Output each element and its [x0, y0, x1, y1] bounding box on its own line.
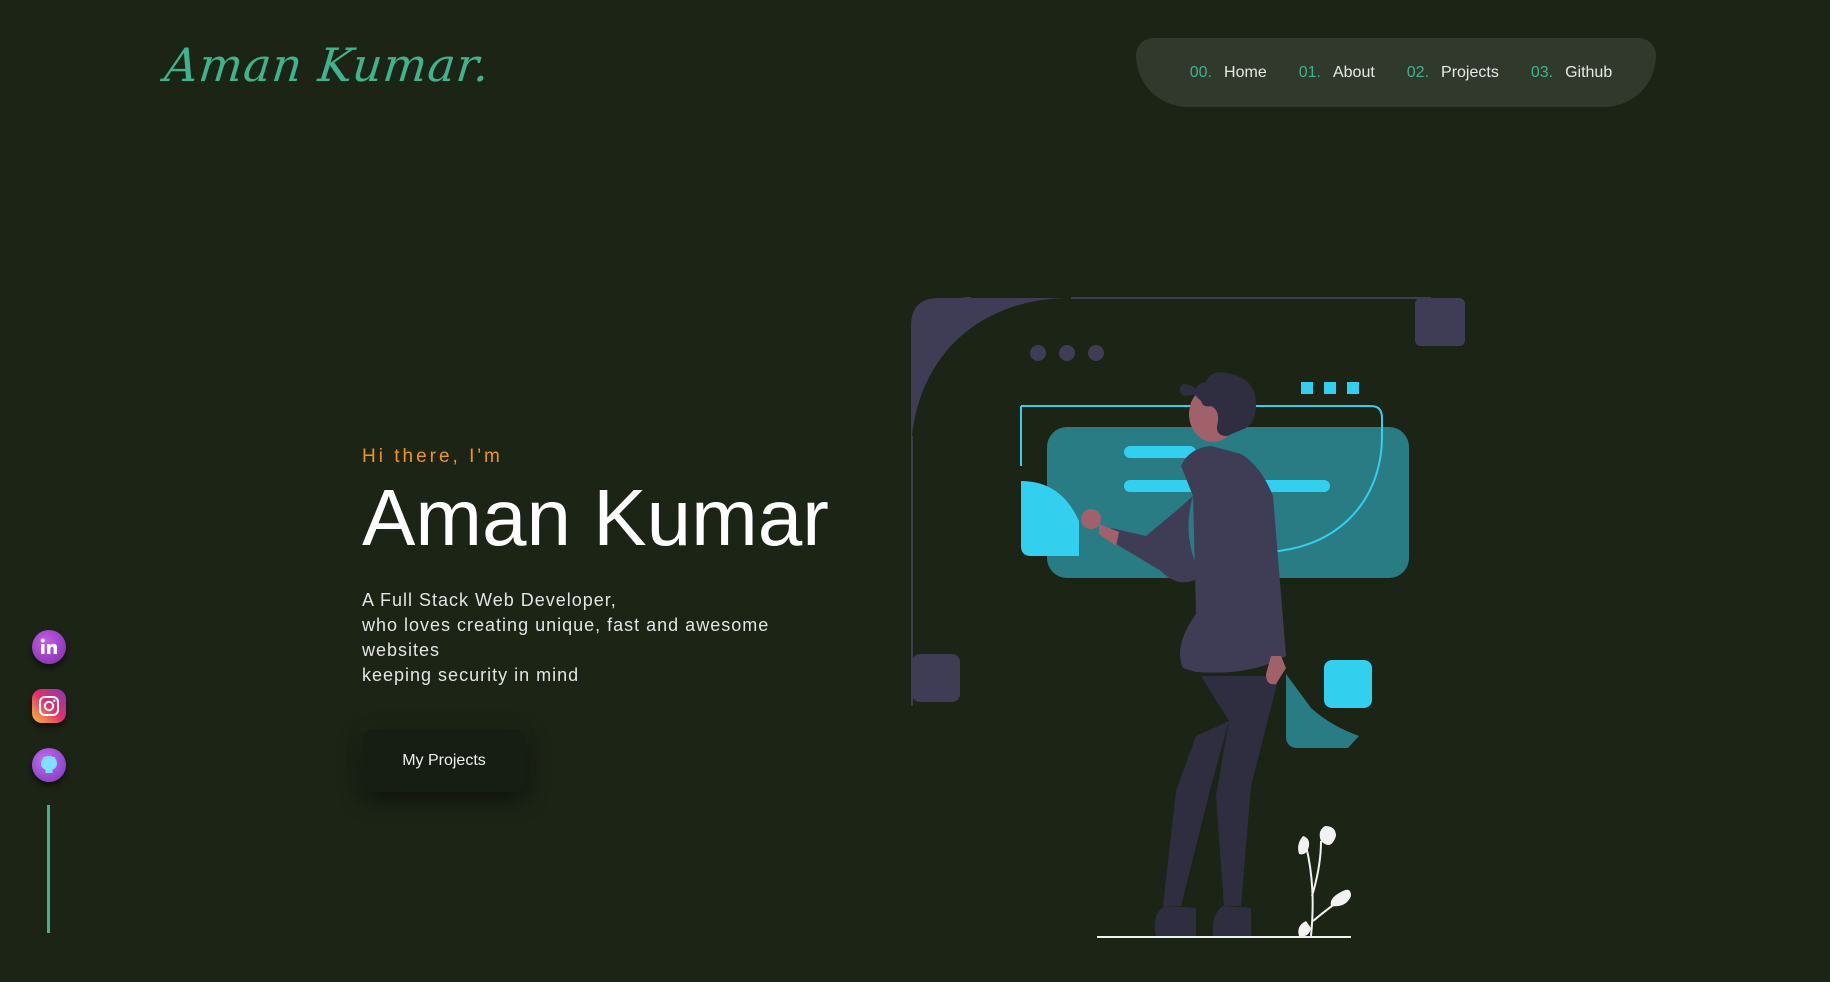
hero-name: Aman Kumar: [362, 473, 829, 562]
site-logo[interactable]: Aman Kumar.: [162, 38, 493, 92]
hero-tagline: A Full Stack Web Developer, who loves cr…: [362, 588, 792, 688]
developer-illustration: [911, 297, 1465, 938]
nav-item-label: Projects: [1441, 63, 1499, 81]
tagline-line: keeping security in mind: [362, 665, 580, 685]
my-projects-button[interactable]: My Projects: [362, 729, 526, 792]
instagram-icon[interactable]: [32, 689, 66, 723]
nav-item-github[interactable]: 03. Github: [1531, 64, 1612, 82]
github-icon[interactable]: [32, 748, 66, 782]
nav-item-about[interactable]: 01. About: [1299, 64, 1375, 82]
tagline-line: A Full Stack Web Developer,: [362, 590, 617, 610]
nav-item-label: Home: [1224, 63, 1267, 81]
main-nav: 00. Home 01. About 02. Projects 03. Gith…: [1136, 38, 1656, 107]
social-links: [32, 630, 66, 782]
nav-item-label: About: [1332, 63, 1375, 81]
hero-section: Hi there, I'm Aman Kumar A Full Stack We…: [362, 446, 882, 688]
social-divider-line: [47, 805, 50, 933]
nav-item-number: 00.: [1189, 63, 1213, 81]
linkedin-icon[interactable]: [32, 630, 66, 664]
nav-item-projects[interactable]: 02. Projects: [1407, 64, 1499, 82]
nav-item-label: Github: [1565, 63, 1613, 81]
nav-item-home[interactable]: 00. Home: [1190, 64, 1267, 82]
nav-item-number: 01.: [1298, 63, 1321, 81]
tagline-line: who loves creating unique, fast and awes…: [362, 615, 770, 660]
nav-item-number: 02.: [1406, 63, 1430, 81]
nav-item-number: 03.: [1530, 63, 1554, 81]
hero-greeting: Hi there, I'm: [362, 446, 503, 467]
